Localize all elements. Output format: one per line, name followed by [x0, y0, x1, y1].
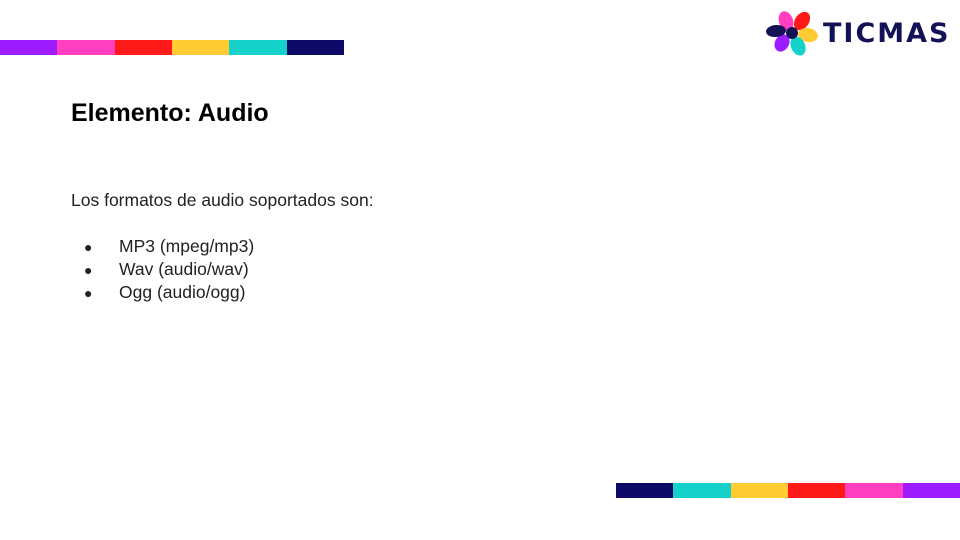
- list-item: ● Wav (audio/wav): [71, 258, 254, 281]
- stripe-segment: [171, 40, 230, 55]
- stripe-segment: [114, 40, 172, 55]
- format-label: MP3 (mpeg/mp3): [119, 236, 255, 256]
- audio-formats-list: ● MP3 (mpeg/mp3) ● Wav (audio/wav) ● Ogg…: [71, 235, 254, 304]
- bottom-color-stripe: [616, 483, 960, 498]
- stripe-segment: [787, 483, 846, 498]
- bullet: ●: [84, 284, 93, 301]
- stripe-segment: [673, 483, 731, 498]
- stripe-segment: [57, 40, 115, 55]
- format-label: Wav (audio/wav): [119, 259, 249, 279]
- stripe-segment: [616, 483, 674, 498]
- brand-wordmark: TICMAS: [823, 17, 951, 49]
- bullet: ●: [84, 261, 93, 278]
- stripe-segment: [845, 483, 903, 498]
- stripe-segment: [229, 40, 287, 55]
- pinwheel-logo-icon: [766, 11, 818, 56]
- list-item: ● MP3 (mpeg/mp3): [71, 235, 254, 258]
- intro-text: Los formatos de audio soportados son:: [71, 190, 374, 210]
- stripe-segment: [730, 483, 788, 498]
- stripe-segment: [286, 40, 344, 55]
- stripe-segment: [902, 483, 960, 498]
- brand-logo: TICMAS: [766, 9, 958, 57]
- stripe-segment: [0, 40, 58, 55]
- bullet: ●: [84, 238, 93, 255]
- format-label: Ogg (audio/ogg): [119, 282, 246, 302]
- top-color-stripe: [0, 40, 344, 55]
- list-item: ● Ogg (audio/ogg): [71, 281, 254, 304]
- slide-title: Elemento: Audio: [71, 99, 269, 127]
